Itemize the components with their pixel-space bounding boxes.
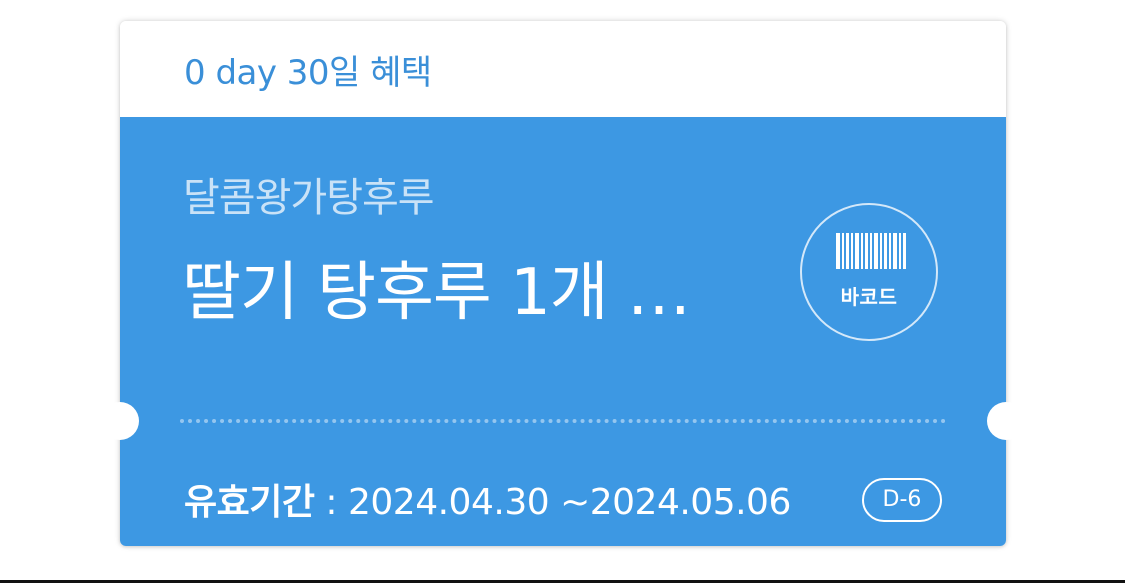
product-name: 딸기 탕후루 1개 … bbox=[182, 256, 691, 330]
benefit-title: 0 day 30일 혜택 bbox=[184, 53, 432, 93]
brand-name: 달콤왕가탕후루 bbox=[183, 175, 435, 221]
ticket-notch-right bbox=[987, 402, 1025, 440]
dotted-divider bbox=[180, 419, 946, 423]
coupon-card[interactable]: 0 day 30일 혜택 달콤왕가탕후루 딸기 탕후루 1개 … 바코드 유효기… bbox=[120, 21, 1006, 546]
barcode-icon bbox=[836, 233, 906, 269]
coupon-body: 달콤왕가탕후루 딸기 탕후루 1개 … 바코드 유효기간: 2024.04.3… bbox=[120, 117, 1006, 546]
validity-period: 유효기간 : 2024.04.30 ~2024.05.06 bbox=[184, 473, 791, 525]
barcode-button[interactable]: 바코드 bbox=[800, 203, 938, 341]
ticket-notch-left bbox=[101, 402, 139, 440]
validity-range: 2024.04.30 ~2024.05.06 bbox=[348, 482, 791, 523]
validity-separator: : bbox=[314, 482, 348, 523]
coupon-header: 0 day 30일 혜택 bbox=[120, 21, 1006, 117]
dday-badge: D-6 bbox=[862, 478, 942, 522]
validity-label: 유효기간 bbox=[184, 482, 315, 523]
barcode-label: 바코드 bbox=[840, 285, 898, 309]
